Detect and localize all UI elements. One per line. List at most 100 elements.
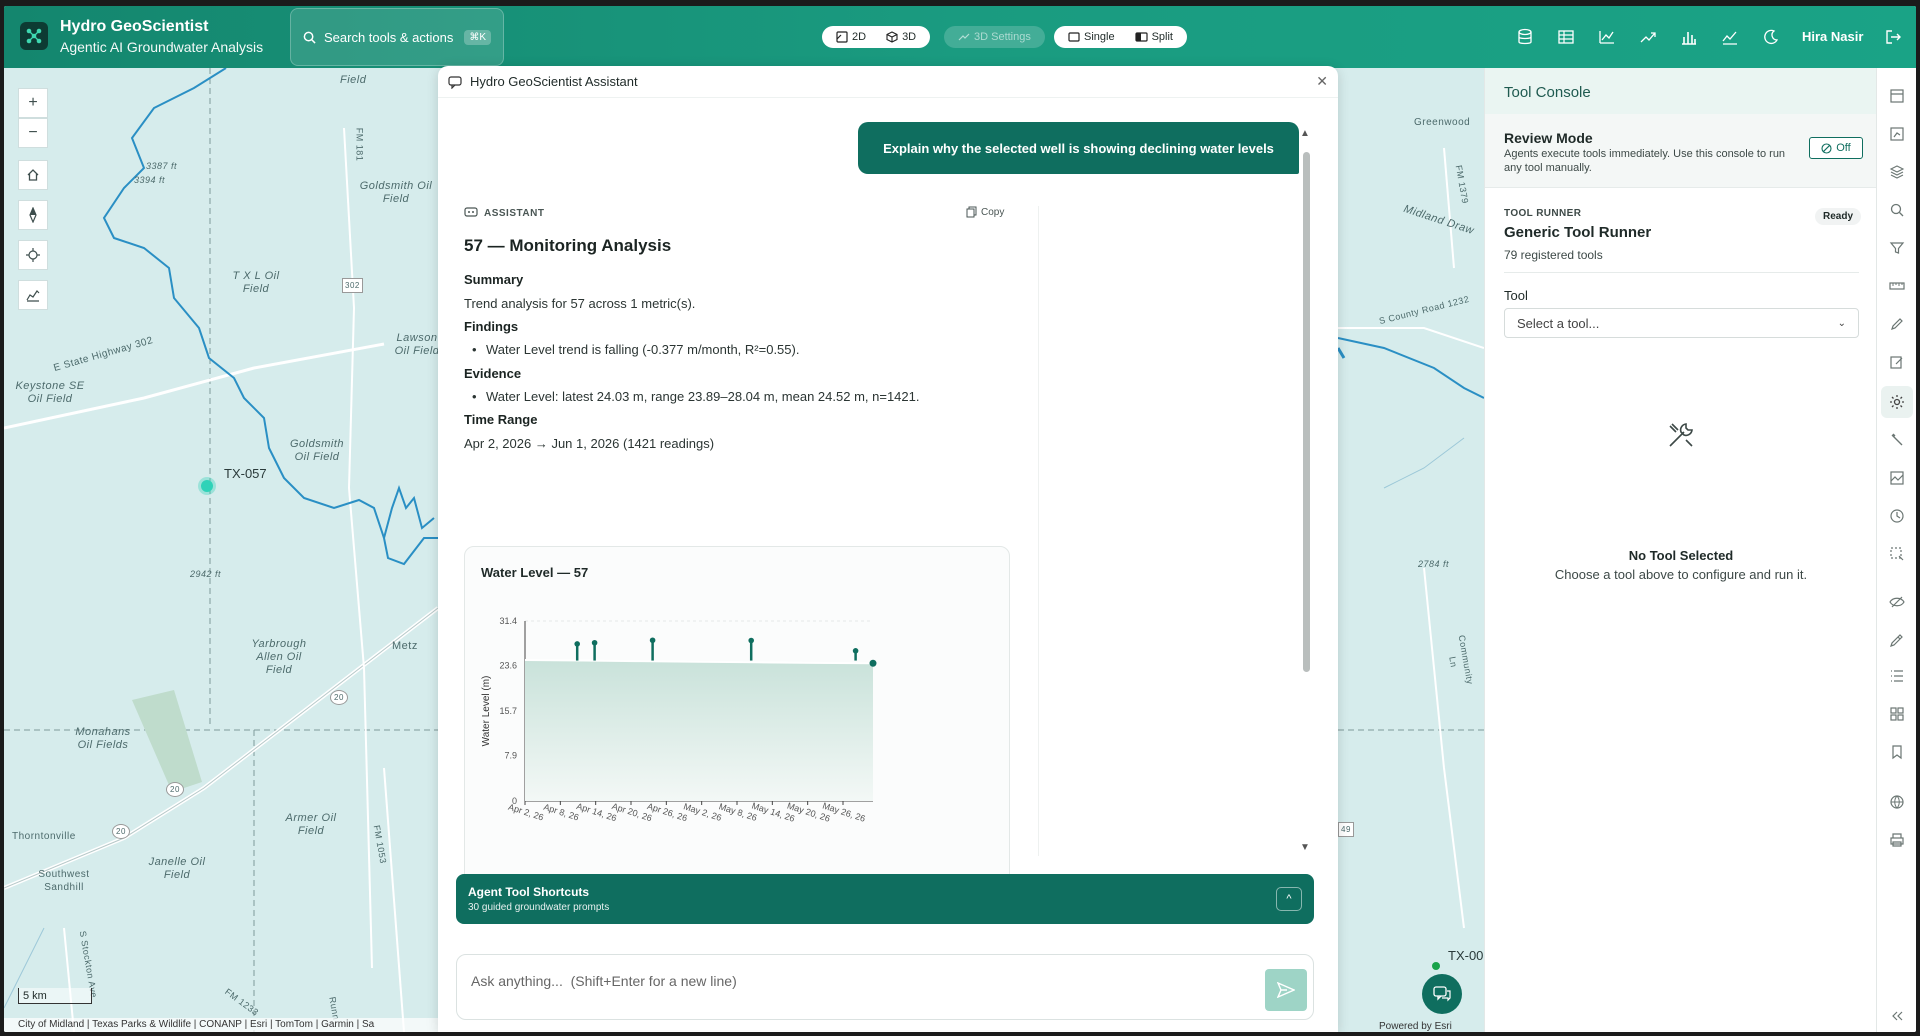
- header-toolbar: [1516, 28, 1780, 46]
- compass-button[interactable]: [18, 200, 48, 230]
- search-button[interactable]: Search tools & actions ⌘K: [290, 8, 504, 66]
- zoom-out-button[interactable]: −: [18, 118, 48, 148]
- copy-button[interactable]: Copy: [966, 206, 1004, 218]
- home-button[interactable]: [18, 160, 48, 190]
- app-logo-icon: [20, 22, 48, 50]
- message-divider: [1038, 206, 1039, 856]
- map-label: Thorntonville: [12, 831, 76, 842]
- tool-select[interactable]: Select a tool... ⌄: [1504, 308, 1859, 338]
- powered-by: Powered by Esri: [1379, 1021, 1452, 1032]
- view-2d-label: 2D: [852, 31, 867, 43]
- chevron-down-icon: ⌄: [1837, 317, 1846, 329]
- dashboard-icon[interactable]: [1889, 88, 1905, 104]
- review-description: Agents execute tools immediately. Use th…: [1504, 148, 1786, 174]
- well-label: TX-057: [224, 466, 267, 481]
- single-pane-icon: [1068, 32, 1080, 42]
- forecast-icon[interactable]: [1721, 28, 1739, 46]
- search-icon[interactable]: [1889, 202, 1905, 218]
- split-view-button[interactable]: Split: [1127, 26, 1181, 48]
- zoom-in-button[interactable]: +: [18, 88, 48, 118]
- wand-icon[interactable]: [1889, 432, 1905, 448]
- close-icon[interactable]: ✕: [1316, 73, 1328, 90]
- y-tick-label: 7.9: [504, 751, 517, 761]
- runner-kicker: TOOL RUNNER: [1504, 208, 1582, 219]
- layers-icon[interactable]: [1889, 164, 1905, 180]
- bar-chart-icon[interactable]: [1680, 28, 1698, 46]
- role-label: ASSISTANT: [464, 206, 544, 220]
- logout-icon[interactable]: [1884, 28, 1902, 46]
- database-icon[interactable]: [1516, 28, 1534, 46]
- data-point: [574, 641, 580, 647]
- chat-input[interactable]: [471, 969, 1251, 993]
- chat-toggle-button[interactable]: [1422, 974, 1462, 1014]
- cube-icon: [886, 31, 898, 43]
- elevation-label: 3394 ft: [134, 175, 166, 185]
- runner-count: 79 registered tools: [1504, 248, 1603, 262]
- water-level-chart: 07.915.723.631.4Water Level (m)Apr 2, 26…: [481, 616, 877, 824]
- findings-item: Water Level trend is falling (-0.377 m/m…: [472, 342, 799, 357]
- road-shield: 20: [166, 782, 184, 797]
- review-toggle-label: Off: [1836, 142, 1851, 154]
- elevation-profile-icon: [26, 290, 40, 302]
- assistant-message: ASSISTANT Copy 57 — Monitoring Analysis …: [464, 206, 1024, 886]
- collapse-icon[interactable]: [1889, 1008, 1905, 1024]
- view-2d-button[interactable]: 2D: [828, 26, 874, 48]
- map-label: Field: [340, 74, 367, 86]
- elevation-profile-button[interactable]: [18, 280, 48, 310]
- map-label: Metz: [392, 640, 418, 652]
- y-tick-label: 23.6: [499, 661, 517, 671]
- report-icon[interactable]: [1889, 126, 1905, 142]
- x-tick-label: Apr 20, 26: [611, 801, 654, 823]
- single-view-button[interactable]: Single: [1060, 26, 1123, 48]
- tool-label: Tool: [1504, 288, 1528, 303]
- print-icon[interactable]: [1889, 832, 1905, 848]
- map-label: Armer Oil Field: [285, 812, 337, 837]
- y-axis-label: Water Level (m): [481, 676, 492, 747]
- edit-icon[interactable]: [1889, 354, 1905, 370]
- gear-icon[interactable]: [1889, 394, 1905, 410]
- road-shield: 20: [112, 824, 130, 839]
- clock-icon[interactable]: [1889, 508, 1905, 524]
- 3d-settings-button[interactable]: 3D Settings: [944, 26, 1045, 48]
- selected-well-marker[interactable]: [201, 480, 213, 492]
- table-icon[interactable]: [1557, 28, 1575, 46]
- road-label: FM 181: [354, 127, 365, 162]
- time-range-heading: Time Range: [464, 412, 538, 427]
- image-icon[interactable]: [1889, 470, 1905, 486]
- review-mode-section: Review Mode Agents execute tools immedia…: [1485, 114, 1877, 188]
- evidence-heading: Evidence: [464, 366, 522, 381]
- app-window: Hydro GeoScientist Agentic AI Groundwate…: [4, 6, 1916, 1032]
- locate-button[interactable]: [18, 240, 48, 270]
- visibility-icon[interactable]: [1889, 594, 1905, 610]
- line-chart-icon[interactable]: [1598, 28, 1616, 46]
- pencil-icon[interactable]: [1889, 316, 1905, 332]
- chat-bubbles-icon: [1433, 986, 1451, 1002]
- top-header: Hydro GeoScientist Agentic AI Groundwate…: [4, 6, 1916, 68]
- scrollbar-thumb[interactable]: [1303, 152, 1310, 672]
- globe-icon[interactable]: [1889, 794, 1905, 810]
- view-toggle: 2D 3D: [822, 26, 931, 48]
- select-area-icon[interactable]: [1889, 546, 1905, 562]
- chevron-up-icon[interactable]: ^: [1276, 887, 1302, 911]
- review-mode-toggle[interactable]: Off: [1809, 137, 1863, 159]
- send-button[interactable]: [1265, 969, 1307, 1011]
- split-view-label: Split: [1151, 31, 1173, 43]
- right-rail: [1876, 68, 1916, 1032]
- role-text: ASSISTANT: [484, 207, 545, 219]
- bookmark-icon[interactable]: [1889, 744, 1905, 760]
- filter-icon[interactable]: [1889, 240, 1905, 256]
- moon-icon[interactable]: [1762, 28, 1780, 46]
- view-3d-button[interactable]: 3D: [878, 26, 924, 48]
- tools-icon: [1669, 423, 1693, 447]
- draw-icon[interactable]: [1889, 632, 1905, 648]
- scroll-down-arrow[interactable]: ▼: [1300, 842, 1310, 853]
- agent-shortcuts-bar[interactable]: Agent Tool Shortcuts 30 guided groundwat…: [456, 874, 1314, 924]
- user-name[interactable]: Hira Nasir: [1802, 29, 1863, 44]
- grid-icon[interactable]: [1889, 706, 1905, 722]
- scroll-up-arrow[interactable]: ▲: [1300, 128, 1310, 139]
- trend-icon[interactable]: [1639, 28, 1657, 46]
- x-tick-label: Apr 2, 26: [507, 802, 545, 823]
- well-label: TX-00: [1448, 948, 1484, 963]
- measure-icon[interactable]: [1889, 278, 1905, 294]
- list-icon[interactable]: [1889, 668, 1905, 684]
